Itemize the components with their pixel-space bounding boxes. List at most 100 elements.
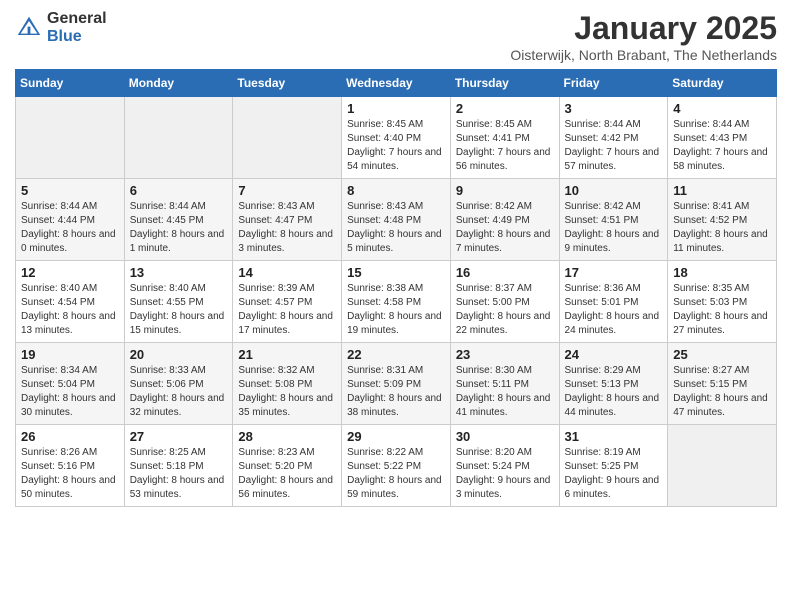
day-content: Sunrise: 8:31 AM Sunset: 5:09 PM Dayligh… xyxy=(347,364,445,420)
week-row-4: 19 Sunrise: 8:34 AM Sunset: 5:04 PM Dayli… xyxy=(16,343,777,425)
day-number: 12 xyxy=(21,265,119,280)
logo-blue: Blue xyxy=(47,28,82,45)
day-header-saturday: Saturday xyxy=(668,70,777,97)
calendar-body: 1 Sunrise: 8:45 AM Sunset: 4:40 PM Daylig… xyxy=(16,97,777,507)
day-number: 5 xyxy=(21,183,119,198)
day-number: 10 xyxy=(565,183,663,198)
day-content: Sunrise: 8:23 AM Sunset: 5:20 PM Dayligh… xyxy=(238,446,336,502)
calendar-cell: 9 Sunrise: 8:42 AM Sunset: 4:49 PM Daylig… xyxy=(450,179,559,261)
calendar-subtitle: Oisterwijk, North Brabant, The Netherlan… xyxy=(510,47,777,63)
days-of-week-row: SundayMondayTuesdayWednesdayThursdayFrid… xyxy=(16,70,777,97)
day-content: Sunrise: 8:44 AM Sunset: 4:43 PM Dayligh… xyxy=(673,118,771,174)
calendar-cell: 27Sunrise: 8:25 AM Sunset: 5:18 PM Dayli… xyxy=(124,425,233,507)
day-number: 28 xyxy=(238,429,336,444)
day-content: Sunrise: 8:41 AM Sunset: 4:52 PM Dayligh… xyxy=(673,200,771,256)
calendar-cell: 8 Sunrise: 8:43 AM Sunset: 4:48 PM Daylig… xyxy=(342,179,451,261)
calendar-cell: 13Sunrise: 8:40 AM Sunset: 4:55 PM Dayli… xyxy=(124,261,233,343)
calendar-cell: 6Sunrise: 8:44 AM Sunset: 4:45 PM Daylig… xyxy=(124,179,233,261)
calendar-cell: 1 Sunrise: 8:45 AM Sunset: 4:40 PM Daylig… xyxy=(342,97,451,179)
day-number: 16 xyxy=(456,265,554,280)
day-content: Sunrise: 8:20 AM Sunset: 5:24 PM Dayligh… xyxy=(456,446,554,502)
day-header-thursday: Thursday xyxy=(450,70,559,97)
day-content: Sunrise: 8:36 AM Sunset: 5:01 PM Dayligh… xyxy=(565,282,663,338)
day-number: 23 xyxy=(456,347,554,362)
logo-general: General xyxy=(47,10,107,27)
calendar-title: January 2025 xyxy=(510,10,777,47)
day-number: 9 xyxy=(456,183,554,198)
logo: General Blue xyxy=(15,10,107,45)
calendar-cell xyxy=(233,97,342,179)
day-content: Sunrise: 8:38 AM Sunset: 4:58 PM Dayligh… xyxy=(347,282,445,338)
day-number: 15 xyxy=(347,265,445,280)
page-header: General Blue January 2025 Oisterwijk, No… xyxy=(15,10,777,63)
day-number: 1 xyxy=(347,101,445,116)
day-content: Sunrise: 8:42 AM Sunset: 4:51 PM Dayligh… xyxy=(565,200,663,256)
day-content: Sunrise: 8:43 AM Sunset: 4:47 PM Dayligh… xyxy=(238,200,336,256)
day-content: Sunrise: 8:26 AM Sunset: 5:16 PM Dayligh… xyxy=(21,446,119,502)
day-number: 21 xyxy=(238,347,336,362)
day-content: Sunrise: 8:30 AM Sunset: 5:11 PM Dayligh… xyxy=(456,364,554,420)
day-number: 8 xyxy=(347,183,445,198)
week-row-3: 12 Sunrise: 8:40 AM Sunset: 4:54 PM Dayli… xyxy=(16,261,777,343)
day-header-wednesday: Wednesday xyxy=(342,70,451,97)
week-row-2: 5 Sunrise: 8:44 AM Sunset: 4:44 PM Daylig… xyxy=(16,179,777,261)
day-header-tuesday: Tuesday xyxy=(233,70,342,97)
day-number: 24 xyxy=(565,347,663,362)
title-block: January 2025 Oisterwijk, North Brabant, … xyxy=(510,10,777,63)
calendar-cell: 11 Sunrise: 8:41 AM Sunset: 4:52 PM Dayli… xyxy=(668,179,777,261)
day-content: Sunrise: 8:35 AM Sunset: 5:03 PM Dayligh… xyxy=(673,282,771,338)
day-number: 19 xyxy=(21,347,119,362)
day-number: 31 xyxy=(565,429,663,444)
day-number: 30 xyxy=(456,429,554,444)
day-content: Sunrise: 8:44 AM Sunset: 4:42 PM Dayligh… xyxy=(565,118,663,174)
logo-text: General Blue xyxy=(47,10,107,45)
calendar-cell xyxy=(124,97,233,179)
calendar-cell: 23 Sunrise: 8:30 AM Sunset: 5:11 PM Dayli… xyxy=(450,343,559,425)
day-content: Sunrise: 8:44 AM Sunset: 4:44 PM Dayligh… xyxy=(21,200,119,256)
calendar-cell: 19 Sunrise: 8:34 AM Sunset: 5:04 PM Dayli… xyxy=(16,343,125,425)
day-content: Sunrise: 8:27 AM Sunset: 5:15 PM Dayligh… xyxy=(673,364,771,420)
day-header-sunday: Sunday xyxy=(16,70,125,97)
day-number: 2 xyxy=(456,101,554,116)
week-row-5: 26 Sunrise: 8:26 AM Sunset: 5:16 PM Dayli… xyxy=(16,425,777,507)
day-content: Sunrise: 8:22 AM Sunset: 5:22 PM Dayligh… xyxy=(347,446,445,502)
day-number: 26 xyxy=(21,429,119,444)
calendar-table: SundayMondayTuesdayWednesdayThursdayFrid… xyxy=(15,69,777,507)
day-number: 29 xyxy=(347,429,445,444)
calendar-cell: 12 Sunrise: 8:40 AM Sunset: 4:54 PM Dayli… xyxy=(16,261,125,343)
calendar-cell: 28 Sunrise: 8:23 AM Sunset: 5:20 PM Dayli… xyxy=(233,425,342,507)
calendar-cell: 26 Sunrise: 8:26 AM Sunset: 5:16 PM Dayli… xyxy=(16,425,125,507)
day-number: 17 xyxy=(565,265,663,280)
day-content: Sunrise: 8:39 AM Sunset: 4:57 PM Dayligh… xyxy=(238,282,336,338)
day-content: Sunrise: 8:43 AM Sunset: 4:48 PM Dayligh… xyxy=(347,200,445,256)
day-content: Sunrise: 8:44 AM Sunset: 4:45 PM Dayligh… xyxy=(130,200,228,256)
day-number: 25 xyxy=(673,347,771,362)
day-content: Sunrise: 8:34 AM Sunset: 5:04 PM Dayligh… xyxy=(21,364,119,420)
day-content: Sunrise: 8:40 AM Sunset: 4:54 PM Dayligh… xyxy=(21,282,119,338)
week-row-1: 1 Sunrise: 8:45 AM Sunset: 4:40 PM Daylig… xyxy=(16,97,777,179)
day-number: 14 xyxy=(238,265,336,280)
day-content: Sunrise: 8:42 AM Sunset: 4:49 PM Dayligh… xyxy=(456,200,554,256)
day-header-friday: Friday xyxy=(559,70,668,97)
calendar-cell: 18 Sunrise: 8:35 AM Sunset: 5:03 PM Dayli… xyxy=(668,261,777,343)
calendar-cell: 16Sunrise: 8:37 AM Sunset: 5:00 PM Dayli… xyxy=(450,261,559,343)
logo-icon xyxy=(15,14,43,42)
day-content: Sunrise: 8:29 AM Sunset: 5:13 PM Dayligh… xyxy=(565,364,663,420)
day-content: Sunrise: 8:40 AM Sunset: 4:55 PM Dayligh… xyxy=(130,282,228,338)
calendar-cell: 2Sunrise: 8:45 AM Sunset: 4:41 PM Daylig… xyxy=(450,97,559,179)
day-number: 7 xyxy=(238,183,336,198)
calendar-cell: 3Sunrise: 8:44 AM Sunset: 4:42 PM Daylig… xyxy=(559,97,668,179)
day-content: Sunrise: 8:45 AM Sunset: 4:40 PM Dayligh… xyxy=(347,118,445,174)
calendar-cell: 22Sunrise: 8:31 AM Sunset: 5:09 PM Dayli… xyxy=(342,343,451,425)
day-content: Sunrise: 8:33 AM Sunset: 5:06 PM Dayligh… xyxy=(130,364,228,420)
day-number: 11 xyxy=(673,183,771,198)
calendar-header: SundayMondayTuesdayWednesdayThursdayFrid… xyxy=(16,70,777,97)
day-content: Sunrise: 8:32 AM Sunset: 5:08 PM Dayligh… xyxy=(238,364,336,420)
calendar-cell: 24 Sunrise: 8:29 AM Sunset: 5:13 PM Dayli… xyxy=(559,343,668,425)
day-content: Sunrise: 8:25 AM Sunset: 5:18 PM Dayligh… xyxy=(130,446,228,502)
calendar-cell: 25 Sunrise: 8:27 AM Sunset: 5:15 PM Dayli… xyxy=(668,343,777,425)
day-number: 18 xyxy=(673,265,771,280)
calendar-cell: 15 Sunrise: 8:38 AM Sunset: 4:58 PM Dayli… xyxy=(342,261,451,343)
day-header-monday: Monday xyxy=(124,70,233,97)
calendar-cell: 10 Sunrise: 8:42 AM Sunset: 4:51 PM Dayli… xyxy=(559,179,668,261)
